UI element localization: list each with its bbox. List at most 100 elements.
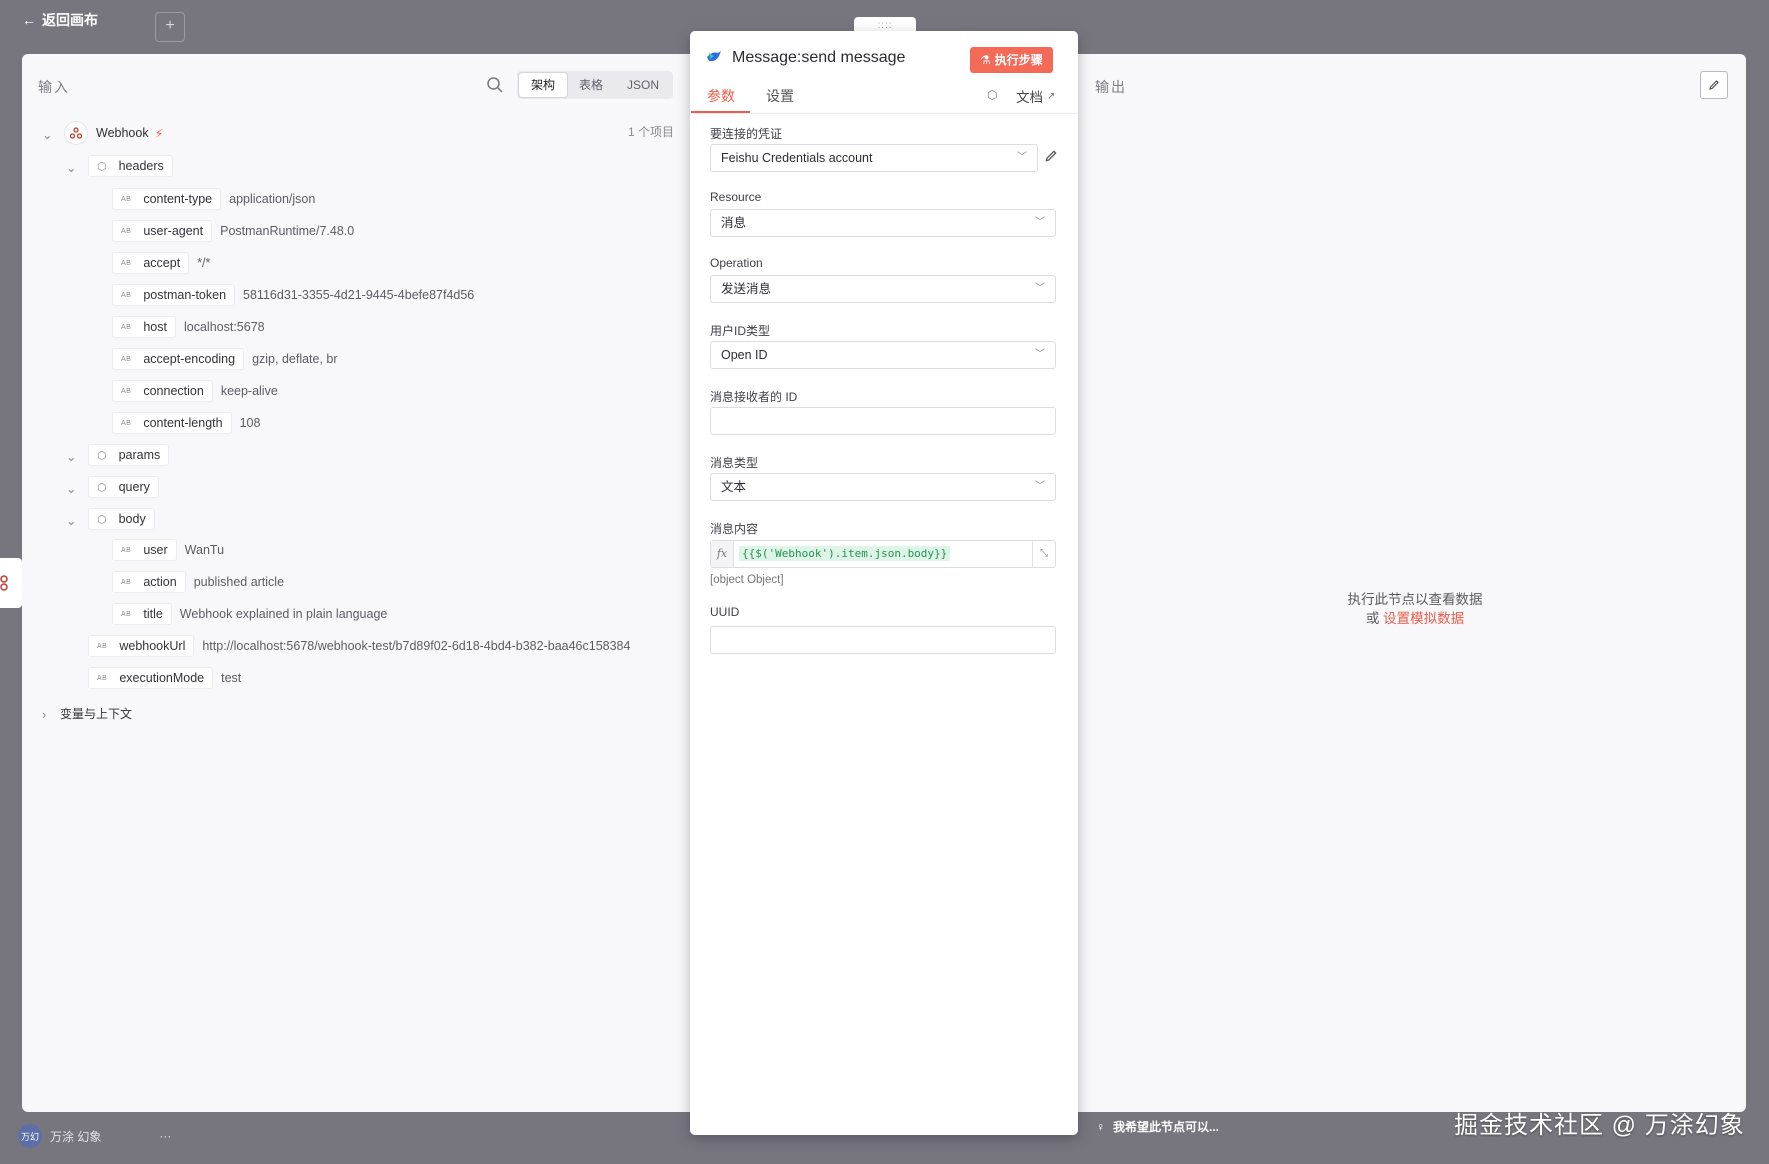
- field-pill[interactable]: AB connection: [112, 380, 213, 402]
- pill-key: query: [118, 480, 150, 494]
- field-pill[interactable]: AB postman-token: [112, 284, 236, 306]
- tree-row-field[interactable]: AB connection keep-alive: [112, 380, 278, 402]
- uuid-input[interactable]: [710, 626, 1056, 654]
- field-pill[interactable]: AB action: [112, 571, 186, 593]
- back-to-canvas-link[interactable]: ← 返回画布: [22, 10, 98, 30]
- chevron-right-icon[interactable]: ›: [42, 708, 54, 722]
- string-type-icon: AB: [121, 578, 132, 586]
- field-value: Webhook explained in plain language: [179, 607, 388, 621]
- webhook-node-icon: [64, 121, 88, 145]
- tree-row-executionmode[interactable]: AB executionMode test: [88, 667, 241, 689]
- edit-output-button[interactable]: [1700, 71, 1728, 99]
- object-pill-headers[interactable]: ⬡ headers: [88, 155, 173, 177]
- pill-key: content-type: [143, 192, 213, 206]
- field-pill[interactable]: AB webhookUrl: [88, 635, 195, 657]
- object-pill-query[interactable]: ⬡ query: [88, 476, 159, 498]
- message-content-expression-input[interactable]: fx {{$('Webhook').item.json.body}} ⤡: [710, 540, 1056, 568]
- credential-select[interactable]: Feishu Credentials account ﹀: [710, 144, 1038, 172]
- tree-row-headers[interactable]: ⌄ ⬡ headers: [66, 155, 173, 177]
- object-pill-params[interactable]: ⬡ params: [88, 444, 170, 466]
- or-text: 或: [1365, 611, 1380, 626]
- tree-row-field[interactable]: AB user-agent PostmanRuntime/7.48.0: [112, 220, 354, 242]
- string-type-icon: AB: [121, 546, 132, 554]
- receiver-id-label: 消息接收者的 ID: [710, 390, 798, 404]
- more-options-icon[interactable]: ···: [159, 1129, 171, 1143]
- user-profile[interactable]: 万幻 万涂 幻象 ···: [18, 1124, 171, 1148]
- expand-expression-icon[interactable]: ⤡: [1032, 541, 1055, 567]
- field-pill[interactable]: AB user: [112, 539, 177, 561]
- output-empty-state: 执行此节点以查看数据 或 设置模拟数据: [1300, 590, 1530, 628]
- tab-settings[interactable]: 设置: [766, 86, 794, 106]
- view-tab-schema[interactable]: 架构: [519, 73, 568, 97]
- tree-row-webhook[interactable]: ⌄ Webhook ⚡: [42, 121, 163, 145]
- pill-key: action: [143, 575, 177, 589]
- chevron-down-icon: ﹀: [1035, 481, 1045, 492]
- tree-row-field[interactable]: AB host localhost:5678: [112, 316, 265, 338]
- set-mock-data-link[interactable]: 设置模拟数据: [1383, 611, 1464, 626]
- execute-step-button[interactable]: ⚗ 执行步骤: [970, 47, 1053, 73]
- operation-label: Operation: [710, 256, 763, 270]
- resource-select[interactable]: 消息 ﹀: [710, 209, 1056, 237]
- tree-row-field[interactable]: AB accept */*: [112, 252, 210, 274]
- tree-row-field[interactable]: AB content-type application/json: [112, 188, 315, 210]
- cube-icon: ⬡: [97, 160, 107, 173]
- docs-link[interactable]: 文档 ↗: [1016, 86, 1055, 106]
- receiver-id-input[interactable]: [710, 407, 1056, 435]
- field-pill[interactable]: AB host: [112, 316, 176, 338]
- item-count: 1 个项目: [628, 125, 675, 139]
- node-side-tab[interactable]: [0, 558, 22, 608]
- tree-row-webhookurl[interactable]: AB webhookUrl http://localhost:5678/webh…: [88, 635, 630, 657]
- string-type-icon: AB: [121, 419, 132, 427]
- tree-row-field[interactable]: AB action published article: [112, 571, 284, 593]
- tree-row-field[interactable]: AB content-length 108: [112, 412, 260, 434]
- user-id-type-select[interactable]: Open ID ﹀: [710, 341, 1056, 369]
- search-icon[interactable]: [486, 76, 504, 99]
- credential-value: Feishu Credentials account: [721, 151, 873, 165]
- object-pill-body[interactable]: ⬡ body: [88, 508, 155, 530]
- modal-title: Message:send message: [732, 49, 906, 66]
- add-node-button[interactable]: +: [155, 12, 185, 42]
- cube-icon[interactable]: ⬡: [987, 88, 997, 102]
- pill-key: executionMode: [119, 671, 205, 685]
- tree-row-body[interactable]: ⌄ ⬡ body: [66, 508, 155, 530]
- chevron-down-icon[interactable]: ⌄: [66, 481, 78, 496]
- field-pill[interactable]: AB accept: [112, 252, 190, 274]
- view-tab-table[interactable]: 表格: [567, 73, 615, 97]
- chevron-down-icon[interactable]: ⌄: [66, 513, 78, 528]
- tree-row-params[interactable]: ⌄ ⬡ params: [66, 444, 170, 466]
- tree-row-query[interactable]: ⌄ ⬡ query: [66, 476, 159, 498]
- tree-row-field[interactable]: AB title Webhook explained in plain langua…: [112, 603, 387, 625]
- tree-row-field[interactable]: AB postman-token 58116d31-3355-4d21-9445-4…: [112, 284, 474, 306]
- pill-key: content-length: [143, 416, 223, 430]
- edit-credential-button[interactable]: [1044, 149, 1058, 168]
- field-value: localhost:5678: [183, 320, 265, 334]
- string-type-icon: AB: [97, 642, 108, 650]
- operation-value: 发送消息: [721, 282, 772, 296]
- chevron-down-icon[interactable]: ⌄: [66, 160, 78, 175]
- field-pill[interactable]: AB executionMode: [88, 667, 214, 689]
- field-pill[interactable]: AB content-length: [112, 412, 232, 434]
- field-pill[interactable]: AB user-agent: [112, 220, 213, 242]
- field-value: test: [221, 671, 242, 685]
- feedback-link[interactable]: ♀ 我希望此节点可以...: [1096, 1118, 1219, 1135]
- pencil-icon: [1045, 150, 1057, 162]
- tree-row-variables[interactable]: › 变量与上下文: [42, 705, 132, 722]
- chevron-down-icon[interactable]: ⌄: [66, 449, 78, 464]
- field-pill[interactable]: AB title: [112, 603, 172, 625]
- empty-message: 执行此节点以查看数据: [1347, 592, 1483, 607]
- message-type-select[interactable]: 文本 ﹀: [710, 473, 1056, 501]
- tree-row-field[interactable]: AB accept-encoding gzip, deflate, br: [112, 348, 338, 370]
- tab-parameters[interactable]: 参数: [707, 86, 735, 106]
- back-label: 返回画布: [42, 12, 98, 28]
- user-name: 万涂 幻象: [50, 1129, 102, 1144]
- string-type-icon: AB: [121, 323, 132, 331]
- docs-label: 文档: [1016, 90, 1043, 105]
- tree-row-field[interactable]: AB user WanTu: [112, 539, 224, 561]
- field-value: keep-alive: [220, 384, 278, 398]
- view-tab-json[interactable]: JSON: [615, 73, 671, 97]
- field-pill[interactable]: AB content-type: [112, 188, 222, 210]
- chevron-down-icon[interactable]: ⌄: [42, 127, 54, 142]
- avatar: 万幻: [18, 1124, 42, 1148]
- operation-select[interactable]: 发送消息 ﹀: [710, 275, 1056, 303]
- field-pill[interactable]: AB accept-encoding: [112, 348, 245, 370]
